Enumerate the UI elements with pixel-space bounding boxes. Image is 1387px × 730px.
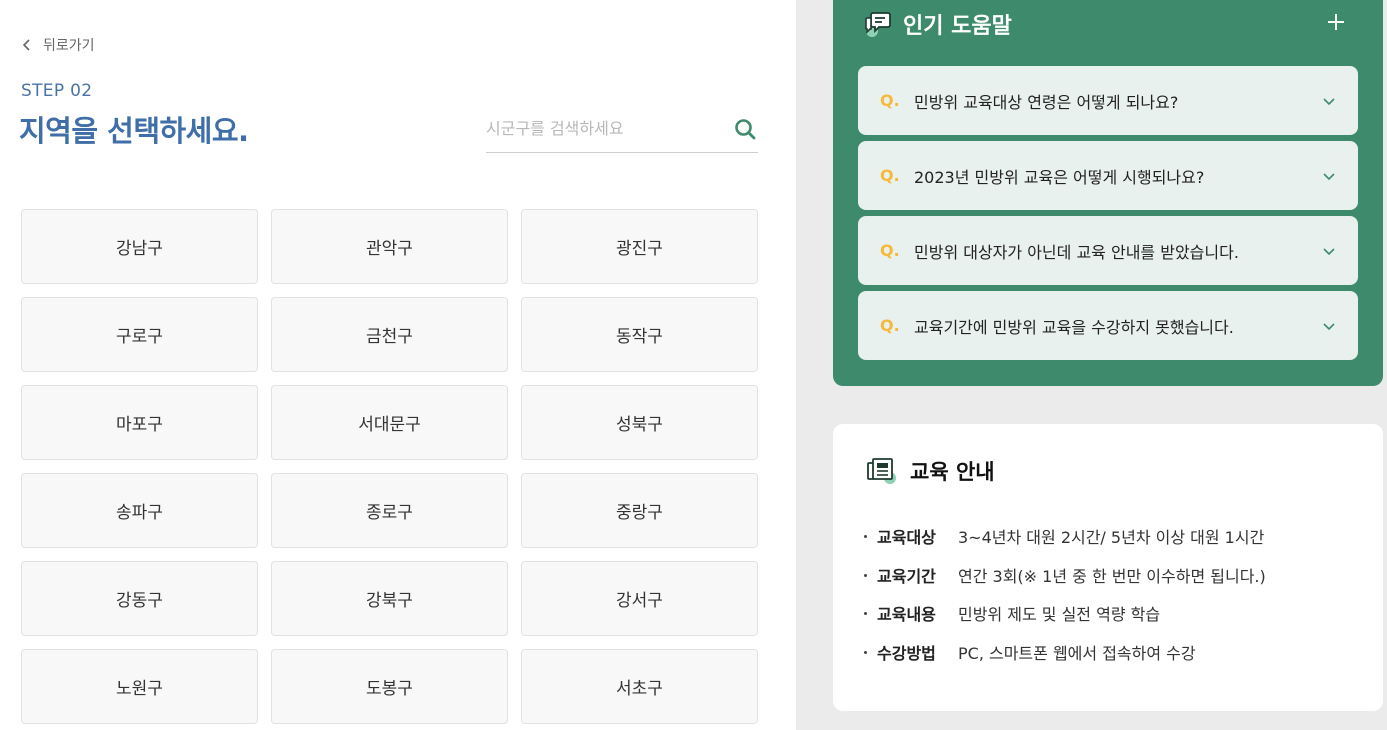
back-link[interactable]: 뒤로가기: [21, 35, 95, 55]
district-button[interactable]: 마포구: [21, 385, 258, 460]
newspaper-icon: [867, 458, 896, 484]
q-mark: Q.: [880, 91, 900, 110]
edu-value: PC, 스마트폰 웹에서 접속하여 수강: [958, 644, 1196, 663]
q-mark: Q.: [880, 316, 900, 335]
bullet-dot: [864, 611, 867, 615]
faq-heading: 인기 도움말: [863, 8, 1012, 40]
faq-item[interactable]: Q. 민방위 대상자가 아닌데 교육 안내를 받았습니다.: [858, 216, 1358, 285]
edu-value: 연간 3회(※ 1년 중 한 번만 이수하면 됩니다.): [958, 567, 1266, 586]
chevron-down-icon: [1323, 97, 1335, 105]
chevron-down-icon: [1323, 172, 1335, 180]
bullet-dot: [864, 534, 867, 538]
edu-label: 교육내용: [877, 605, 936, 624]
search-icon[interactable]: [734, 118, 756, 140]
faq-question: 민방위 대상자가 아닌데 교육 안내를 받았습니다.: [914, 242, 1239, 262]
district-button[interactable]: 금천구: [271, 297, 508, 372]
plus-icon[interactable]: [1326, 12, 1346, 32]
district-button[interactable]: 송파구: [21, 473, 258, 548]
chevron-down-icon: [1323, 247, 1335, 255]
district-button[interactable]: 도봉구: [271, 649, 508, 724]
edu-title: 교육 안내: [910, 460, 995, 484]
district-grid: 강남구 관악구 광진구 구로구 금천구 동작구 마포구 서대문구 성북구 송파구…: [21, 209, 758, 724]
edu-label: 수강방법: [877, 644, 936, 663]
district-button[interactable]: 강남구: [21, 209, 258, 284]
edu-label: 교육대상: [877, 528, 936, 547]
faq-question: 2023년 민방위 교육은 어떻게 시행되나요?: [914, 167, 1205, 187]
district-button[interactable]: 광진구: [521, 209, 758, 284]
search-input[interactable]: [486, 110, 716, 146]
step-indicator: STEP 02: [21, 81, 93, 101]
district-button[interactable]: 노원구: [21, 649, 258, 724]
faq-item[interactable]: Q. 교육기간에 민방위 교육을 수강하지 못했습니다.: [858, 291, 1358, 360]
faq-item[interactable]: Q. 민방위 교육대상 연령은 어떻게 되나요?: [858, 66, 1358, 135]
faq-item[interactable]: Q. 2023년 민방위 교육은 어떻게 시행되나요?: [858, 141, 1358, 210]
edu-value: 민방위 제도 및 실전 역량 학습: [958, 605, 1161, 624]
faq-title: 인기 도움말: [903, 14, 1012, 39]
edu-info-row: 교육기간 연간 3회(※ 1년 중 한 번만 이수하면 됩니다.): [864, 563, 1266, 587]
chevron-left-icon: [22, 39, 30, 51]
edu-value: 3~4년차 대원 2시간/ 5년차 이상 대원 1시간: [958, 528, 1265, 547]
district-button[interactable]: 종로구: [271, 473, 508, 548]
district-button[interactable]: 중랑구: [521, 473, 758, 548]
district-button[interactable]: 강동구: [21, 561, 258, 636]
district-button[interactable]: 서대문구: [271, 385, 508, 460]
main-panel: 뒤로가기 STEP 02 지역을 선택하세요. 강남구 관악구 광진구 구로구 …: [0, 0, 796, 730]
edu-heading: 교육 안내: [866, 456, 995, 486]
district-button[interactable]: 성북구: [521, 385, 758, 460]
district-button[interactable]: 동작구: [521, 297, 758, 372]
faq-question: 교육기간에 민방위 교육을 수강하지 못했습니다.: [914, 317, 1234, 337]
district-button[interactable]: 강서구: [521, 561, 758, 636]
q-mark: Q.: [880, 166, 900, 185]
page-title: 지역을 선택하세요.: [19, 114, 249, 148]
bullet-dot: [864, 573, 867, 577]
edu-info-row: 수강방법 PC, 스마트폰 웹에서 접속하여 수강: [864, 640, 1196, 664]
edu-info-row: 교육대상 3~4년차 대원 2시간/ 5년차 이상 대원 1시간: [864, 524, 1264, 548]
district-button[interactable]: 구로구: [21, 297, 258, 372]
district-button[interactable]: 강북구: [271, 561, 508, 636]
edu-label: 교육기간: [877, 567, 936, 586]
edu-info-row: 교육내용 민방위 제도 및 실전 역량 학습: [864, 601, 1160, 625]
district-button[interactable]: 서초구: [521, 649, 758, 724]
bullet-dot: [864, 650, 867, 654]
back-label: 뒤로가기: [43, 38, 95, 54]
chat-bubble-icon: [865, 12, 891, 37]
chevron-down-icon: [1323, 322, 1335, 330]
search-box: [486, 110, 758, 153]
q-mark: Q.: [880, 241, 900, 260]
district-button[interactable]: 관악구: [271, 209, 508, 284]
faq-question: 민방위 교육대상 연령은 어떻게 되나요?: [914, 92, 1179, 112]
